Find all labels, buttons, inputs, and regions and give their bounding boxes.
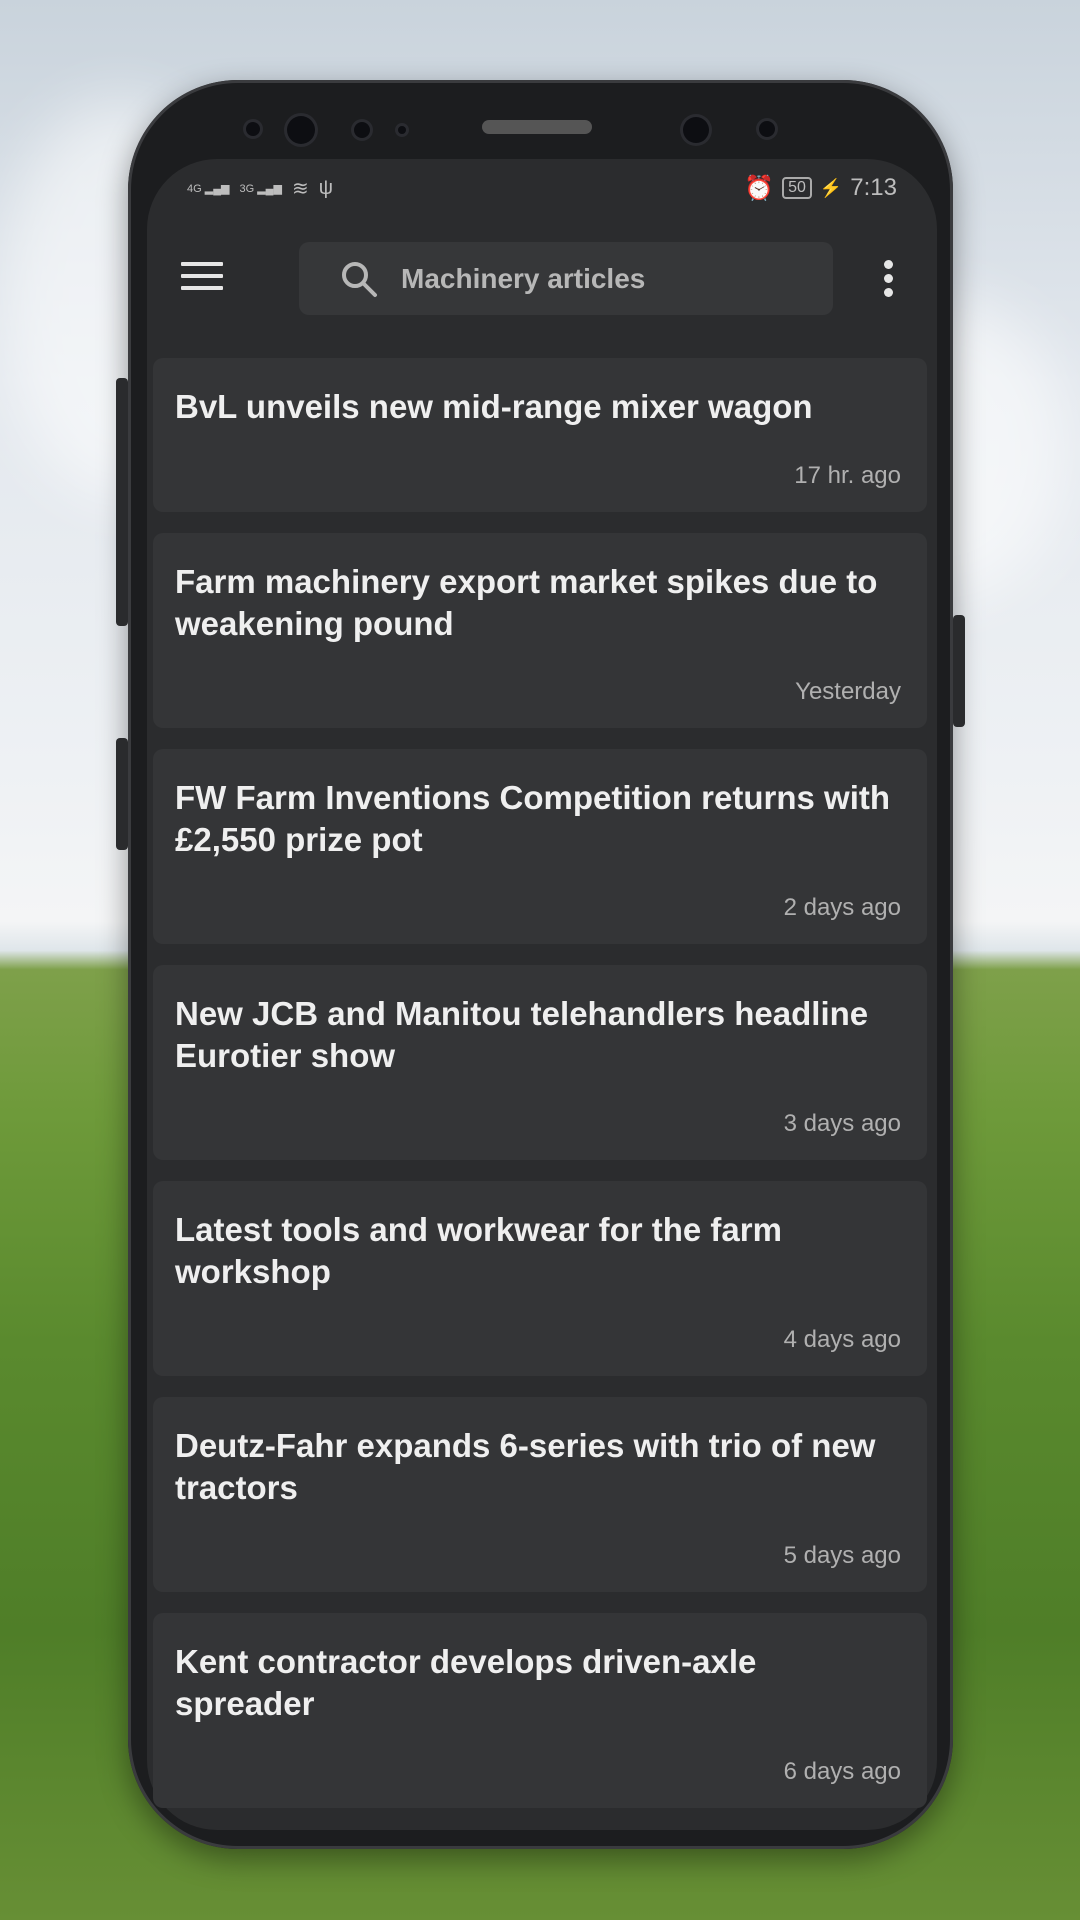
power-button [953, 615, 965, 727]
usb-icon: ψ [318, 176, 333, 199]
sensor-icon [354, 122, 370, 138]
hamburger-menu-icon[interactable] [181, 262, 223, 294]
iris-camera-icon [683, 117, 709, 143]
iris-sensor-icon [759, 121, 775, 137]
article-time: 5 days ago [783, 1542, 901, 1569]
article-time: 3 days ago [783, 1110, 901, 1137]
signal-3g-icon: 3G ▂▄▆ [239, 182, 282, 195]
wifi-icon: ≋ [291, 177, 309, 200]
article-card[interactable]: BvL unveils new mid-range mixer wagon 17 … [153, 358, 927, 512]
network-type: 4G [187, 182, 202, 195]
app-screen: 4G ▂▄▆ 3G ▂▄▆ ≋ ψ ⏰ 50 ⚡ 7:13 Machinery … [147, 159, 937, 1830]
alarm-icon: ⏰ [744, 174, 775, 202]
network-type: 3G [239, 182, 255, 195]
article-time: 17 hr. ago [794, 462, 901, 489]
status-bar: 4G ▂▄▆ 3G ▂▄▆ ≋ ψ ⏰ 50 ⚡ 7:13 [187, 173, 897, 203]
search-icon [342, 261, 377, 297]
charging-icon: ⚡ [819, 177, 843, 198]
article-title: Latest tools and workwear for the farm w… [175, 1211, 782, 1290]
article-card[interactable]: Latest tools and workwear for the farm w… [153, 1181, 927, 1376]
bixby-button [116, 738, 128, 850]
volume-button [116, 378, 128, 626]
toolbar: Machinery articles [147, 242, 937, 315]
article-card[interactable]: Deutz-Fahr expands 6-series with trio of… [153, 1397, 927, 1592]
front-camera-icon [287, 116, 315, 144]
article-card[interactable]: Farm machinery export market spikes due … [153, 533, 927, 728]
article-title: Kent contractor develops driven-axle spr… [175, 1643, 757, 1722]
clock: 7:13 [850, 174, 897, 201]
sensor-icon [246, 122, 260, 136]
article-card[interactable]: New JCB and Manitou telehandlers headlin… [153, 965, 927, 1160]
article-time: Yesterday [795, 678, 901, 705]
article-time: 6 days ago [783, 1758, 901, 1785]
article-title: BvL unveils new mid-range mixer wagon [175, 388, 813, 425]
more-options-icon[interactable] [884, 260, 894, 302]
article-time: 2 days ago [783, 894, 901, 921]
article-title: Deutz-Fahr expands 6-series with trio of… [175, 1427, 876, 1506]
battery-icon: 50 [782, 177, 812, 199]
article-title: Farm machinery export market spikes due … [175, 563, 878, 642]
article-card[interactable]: Kent contractor develops driven-axle spr… [153, 1613, 927, 1808]
search-input[interactable]: Machinery articles [299, 242, 833, 315]
article-time: 4 days ago [783, 1326, 901, 1353]
search-placeholder: Machinery articles [401, 262, 646, 294]
article-title: New JCB and Manitou telehandlers headlin… [175, 995, 869, 1074]
article-title: FW Farm Inventions Competition returns w… [175, 779, 891, 858]
article-list[interactable]: BvL unveils new mid-range mixer wagon 17 … [153, 358, 927, 1808]
sensor-icon [398, 126, 406, 134]
article-card[interactable]: FW Farm Inventions Competition returns w… [153, 749, 927, 944]
signal-4g-icon: 4G ▂▄▆ [187, 182, 230, 195]
earpiece-speaker [482, 120, 592, 134]
